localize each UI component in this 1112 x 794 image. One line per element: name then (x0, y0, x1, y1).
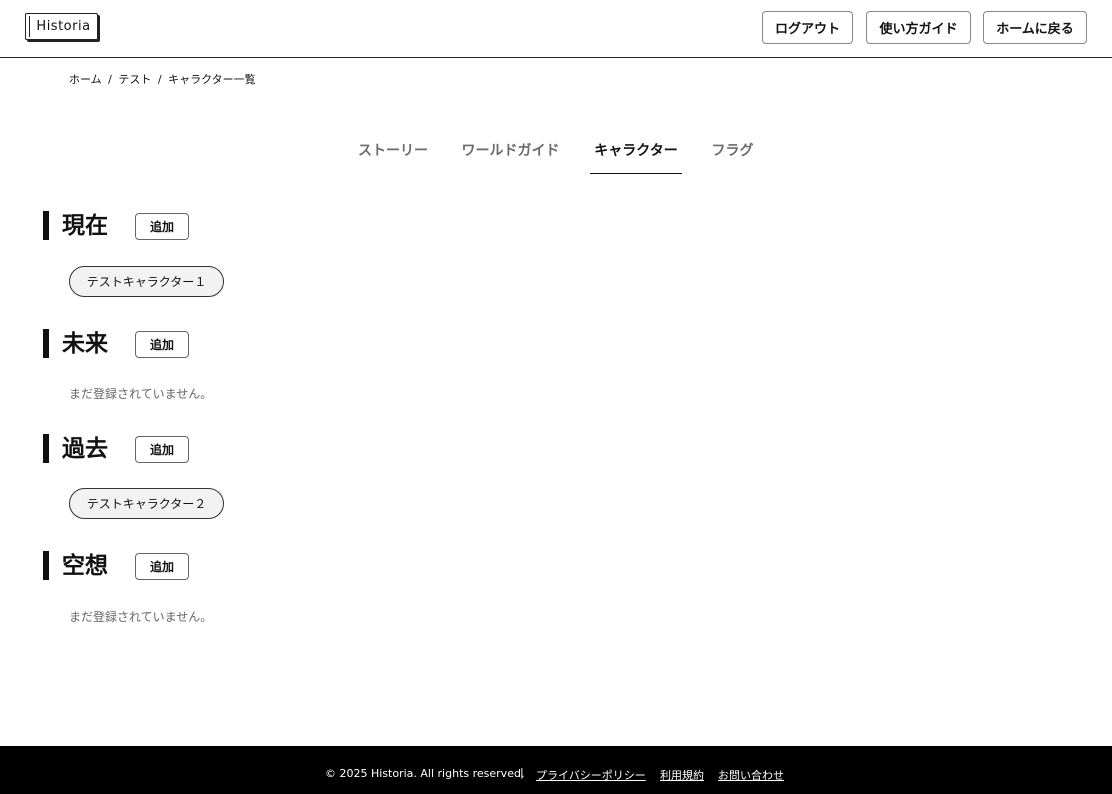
tab-story[interactable]: ストーリー (357, 140, 429, 174)
breadcrumb: ホーム / テスト / キャラクター一覧 (69, 71, 256, 87)
logo-text: Historia (36, 19, 91, 34)
character-chip[interactable]: テストキャラクター１ (69, 266, 224, 297)
section-bar (43, 329, 49, 358)
tab-bar: ストーリー ワールドガイド キャラクター フラグ (0, 130, 1112, 175)
empty-message-future: まだ登録されていません。 (69, 387, 213, 401)
logo[interactable]: Historia (25, 13, 98, 40)
header: Historia ログアウト 使い方ガイド ホームに戻る (0, 0, 1112, 58)
guide-button[interactable]: 使い方ガイド (866, 11, 971, 44)
page: Historia ログアウト 使い方ガイド ホームに戻る ホーム / テスト /… (0, 0, 1112, 794)
section-bar (43, 434, 49, 463)
empty-message-fantasy: まだ登録されていません。 (69, 610, 213, 624)
footer: © 2025 Historia. All rights reserved. | … (0, 746, 1112, 794)
section-title-past: 過去 (62, 436, 108, 462)
tab-characters[interactable]: キャラクター (590, 140, 682, 174)
terms-link[interactable]: 利用規約 (660, 767, 704, 783)
contact-link[interactable]: お問い合わせ (718, 767, 784, 783)
section-bar (43, 551, 49, 580)
privacy-policy-link[interactable]: プライバシーポリシー (536, 767, 646, 783)
section-title-future: 未来 (62, 331, 108, 357)
add-future-button[interactable]: 追加 (135, 331, 189, 358)
footer-divider: | (520, 766, 524, 779)
section-title-present: 現在 (62, 213, 108, 239)
home-button[interactable]: ホームに戻る (983, 11, 1087, 44)
breadcrumb-item-current: キャラクター一覧 (168, 73, 256, 86)
breadcrumb-item-home[interactable]: ホーム (69, 73, 102, 86)
breadcrumb-item-project[interactable]: テスト (118, 73, 151, 86)
add-past-button[interactable]: 追加 (135, 436, 189, 463)
tab-world-guide[interactable]: ワールドガイド (460, 140, 561, 174)
section-bar (43, 211, 49, 240)
breadcrumb-separator: / (108, 73, 112, 86)
logout-button[interactable]: ログアウト (762, 11, 853, 44)
copyright-text: © 2025 Historia. All rights reserved. (325, 767, 525, 780)
character-chip[interactable]: テストキャラクター２ (69, 488, 224, 519)
add-fantasy-button[interactable]: 追加 (135, 553, 189, 580)
section-title-fantasy: 空想 (62, 553, 108, 579)
add-present-button[interactable]: 追加 (135, 213, 189, 240)
breadcrumb-separator: / (157, 73, 162, 86)
tab-flags[interactable]: フラグ (711, 140, 754, 174)
